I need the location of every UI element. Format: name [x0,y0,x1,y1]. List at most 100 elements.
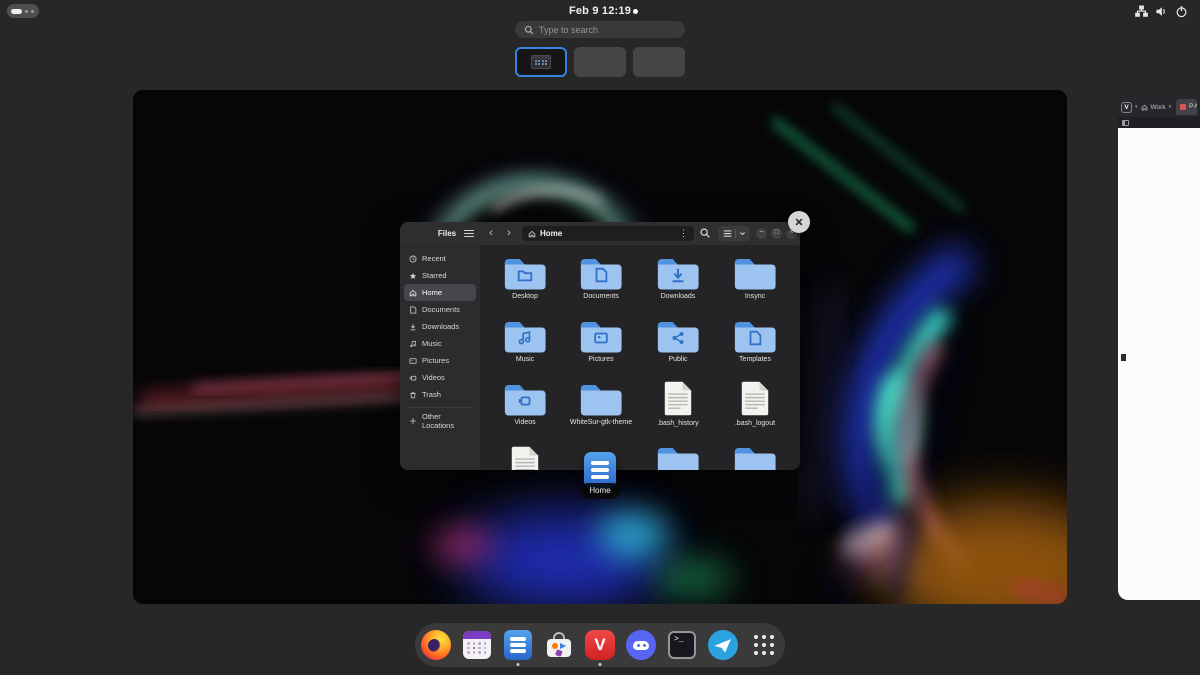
file-item[interactable]: WhiteSur-gtk-theme [563,382,639,428]
dash-dock: V >_ [415,623,785,667]
dock-app-grid[interactable] [749,630,779,660]
forward-button[interactable]: › [502,226,516,240]
mini-window-thumbnail [531,55,551,69]
dock-app-files[interactable] [503,630,533,660]
browser-page [1118,128,1200,600]
file-item[interactable]: .bash_logout [717,380,793,429]
file-item[interactable]: Templates [717,319,793,365]
sidebar-item-downloads[interactable]: Downloads [404,318,476,335]
files-window[interactable]: Files ‹ › Home ⋮ [400,222,800,470]
home-icon [409,289,417,297]
telegram-plane-icon [713,637,733,654]
file-item[interactable]: Pictures [563,319,639,365]
page-content-mark [1121,354,1126,361]
dock-app-calendar[interactable] [462,630,492,660]
system-status-area[interactable] [1135,0,1188,22]
list-view-icon [723,229,732,238]
chevron-down-icon [739,230,746,237]
terminal-icon: >_ [668,631,696,659]
dock-app-discord[interactable] [626,630,656,660]
browser-tab[interactable]: P-Main-Art [1176,99,1197,115]
back-button[interactable]: ‹ [484,226,498,240]
power-icon [1175,5,1188,18]
sidebar-item-music[interactable]: Music [404,335,476,352]
download-icon [409,323,417,331]
document-icon [409,306,417,314]
picture-emblem-icon [592,329,610,347]
hamburger-menu-icon[interactable] [464,230,474,237]
workspace-thumbnail-1[interactable] [515,47,567,77]
minimize-button[interactable]: − [756,228,767,239]
path-bar[interactable]: Home ⋮ [522,226,694,241]
app-grid-icon [749,630,779,660]
file-item[interactable]: Public [640,319,716,365]
workspace-preview[interactable]: Files ‹ › Home ⋮ [133,90,1067,604]
view-toggle-button[interactable] [718,226,750,241]
file-item[interactable]: Downloads [640,256,716,302]
file-item-partial[interactable] [640,445,716,470]
vivaldi-icon: V [585,630,615,660]
file-item[interactable]: Desktop [487,256,563,302]
files-icon [504,630,532,660]
dock-app-software[interactable] [544,630,574,660]
maximize-button[interactable]: □ [771,228,782,239]
download-emblem-icon [669,266,687,284]
running-indicator-dot [517,663,520,666]
workspace-thumbnail-2[interactable] [574,47,626,77]
file-item[interactable]: Music [487,319,563,365]
sidebar-separator [407,407,473,408]
dock-app-firefox[interactable] [421,630,451,660]
video-emblem-icon [516,392,534,410]
search-icon [524,25,534,35]
file-item-partial[interactable] [487,445,563,470]
dock-app-terminal[interactable]: >_ [667,630,697,660]
file-item-partial[interactable] [717,445,793,470]
sidebar-item-trash[interactable]: Trash [404,386,476,403]
file-item[interactable]: .bash_history [640,380,716,429]
vivaldi-menu-button[interactable]: V [1121,102,1132,113]
search-placeholder: Type to search [539,25,598,35]
dock-app-telegram[interactable] [708,630,738,660]
notification-dot [633,9,638,14]
sidebar-item-recent[interactable]: Recent [404,250,476,267]
file-item[interactable]: Insync [717,256,793,302]
picture-icon [409,357,417,365]
running-indicator-dot [599,663,602,666]
chevron-down-icon: ▾ [1135,104,1138,110]
files-sidebar: Recent Starred Home Documents Downloads [400,245,480,470]
files-headerbar: Files ‹ › Home ⋮ [400,222,800,245]
video-icon [409,374,417,382]
sidebar-item-other-locations[interactable]: Other Locations [404,412,476,429]
browser-tab-bar: V ▾ Work ▾ P-Main-Art [1118,97,1200,117]
firefox-icon [421,630,451,660]
window-search-icon[interactable] [699,227,711,239]
file-item[interactable]: Documents [563,256,639,302]
share-emblem-icon [669,329,687,347]
tab-favicon [1180,104,1186,110]
music-note-icon [409,340,417,348]
search-input[interactable]: Type to search [515,21,685,38]
current-location: Home [540,229,675,238]
kebab-menu-icon[interactable]: ⋮ [679,226,688,241]
overview-close-window-button[interactable] [788,211,810,233]
browser-panel-strip [1118,117,1200,128]
adjacent-workspace-preview[interactable]: V ▾ Work ▾ P-Main-Art [1118,97,1200,600]
sidebar-item-documents[interactable]: Documents [404,301,476,318]
sidebar-item-pictures[interactable]: Pictures [404,352,476,369]
trash-icon [409,391,417,399]
sidebar-item-starred[interactable]: Starred [404,267,476,284]
workspace-thumbnail-3[interactable] [633,47,685,77]
clock-menu[interactable]: Feb 9 12:19 [0,0,1200,22]
chevron-down-icon: ▾ [1169,104,1172,110]
close-icon [794,217,804,227]
tab-group-label[interactable]: Work [1151,104,1166,111]
volume-icon [1155,5,1168,18]
file-item[interactable]: Videos [487,382,563,428]
dock-app-vivaldi[interactable]: V [585,630,615,660]
gnome-activities-overview: Feb 9 12:19 [0,0,1200,675]
sidebar-item-home[interactable]: Home [404,284,476,301]
window-overview-title: Home [566,483,634,499]
sidebar-item-videos[interactable]: Videos [404,369,476,386]
discord-icon [626,630,656,660]
panel-toggle-icon[interactable] [1122,120,1129,126]
